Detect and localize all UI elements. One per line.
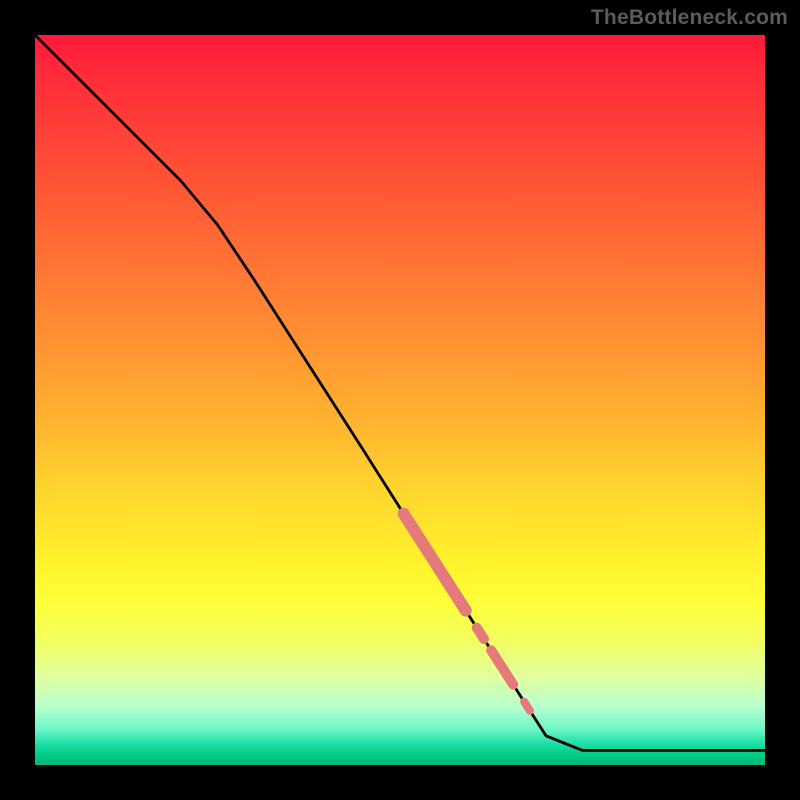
plot-area bbox=[35, 35, 765, 765]
highlight-segment bbox=[477, 628, 484, 639]
highlight-segment bbox=[491, 650, 513, 684]
highlight-segment bbox=[524, 702, 530, 711]
attribution-label: TheBottleneck.com bbox=[591, 6, 788, 30]
highlight-segment bbox=[404, 514, 466, 611]
chart-canvas: TheBottleneck.com bbox=[0, 0, 800, 800]
chart-overlay bbox=[35, 35, 765, 765]
performance-curve bbox=[35, 35, 765, 750]
highlight-segments bbox=[404, 514, 530, 711]
